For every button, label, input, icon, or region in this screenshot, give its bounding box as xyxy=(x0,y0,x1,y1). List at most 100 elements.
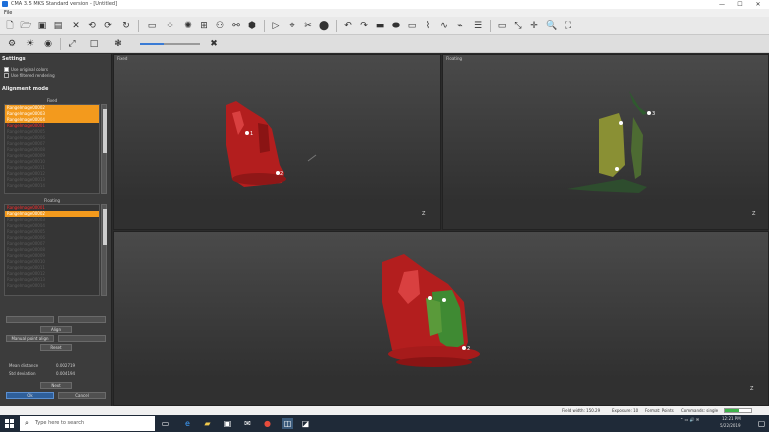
polygon-icon[interactable]: ▭ xyxy=(406,20,418,32)
tray-time[interactable]: 12:21 PM xyxy=(722,416,741,421)
app-window: CMA 3.5 MKS Standard version - [Untitled… xyxy=(0,0,769,432)
align-icon[interactable]: ⚯ xyxy=(230,20,242,32)
app-icon xyxy=(2,1,8,7)
open-folder-icon[interactable]: 🗁 xyxy=(20,20,32,32)
refresh-icon[interactable]: ↻ xyxy=(120,20,132,32)
step-forward-icon[interactable]: ↷ xyxy=(358,20,370,32)
rectangle-icon[interactable]: ▬ xyxy=(374,20,386,32)
tools-icon[interactable]: ✖ xyxy=(208,38,220,50)
original-colors-label: Use original colors xyxy=(11,67,48,72)
delete-icon[interactable]: ✕ xyxy=(70,20,82,32)
fit-view-icon[interactable]: ⛶ xyxy=(562,20,574,32)
taskbar-search-input[interactable]: ⌕ Type here to search xyxy=(20,416,155,431)
store-icon[interactable]: ▣ xyxy=(222,418,233,429)
center-icon[interactable]: ✛ xyxy=(528,20,540,32)
undo-icon[interactable]: ⟲ xyxy=(86,20,98,32)
merge-icon[interactable]: ⚇ xyxy=(214,20,226,32)
zoom-icon[interactable]: 🔍 xyxy=(546,20,558,32)
menu-bar: File xyxy=(0,9,769,17)
marker-3-label: 3 xyxy=(652,111,655,117)
mail-icon[interactable]: ✉ xyxy=(242,418,253,429)
align-button[interactable]: Align xyxy=(40,326,72,333)
fixed-viewport[interactable]: Fixed 1 2 Z xyxy=(113,54,441,230)
search-icon: ⌕ xyxy=(25,419,29,427)
menu-file[interactable]: File xyxy=(4,10,12,16)
file-explorer-icon[interactable]: ▰ xyxy=(202,418,213,429)
filtered-rendering-checkbox[interactable] xyxy=(4,73,9,78)
std-deviation-value: 0.004194 xyxy=(56,371,76,376)
floating-scan-render: 3 xyxy=(567,91,655,193)
next-button[interactable]: Next xyxy=(40,382,72,389)
notification-icon[interactable]: ▢ xyxy=(756,418,767,429)
cut-icon[interactable]: ✂ xyxy=(302,20,314,32)
scanner-icon[interactable]: ▭ xyxy=(146,20,158,32)
list-item[interactable]: RangeImage00014 xyxy=(5,283,99,289)
floating-scroll-thumb[interactable] xyxy=(103,209,107,245)
taskbar: ⌕ Type here to search ▭ e ▰ ▣ ✉ ● ◫ ◪ ⌃ … xyxy=(0,415,769,432)
lasso-icon[interactable]: ⌖ xyxy=(286,20,298,32)
tray-date[interactable]: 5/22/2019 xyxy=(720,423,741,428)
eraser-icon[interactable]: ⌁ xyxy=(454,20,466,32)
manual-align-button[interactable]: Manual point align xyxy=(6,335,54,342)
floating-list-scrollbar[interactable] xyxy=(101,204,107,296)
original-colors-checkbox[interactable] xyxy=(4,67,9,72)
layers-icon[interactable]: ☰ xyxy=(472,20,484,32)
redo-icon[interactable]: ⟳ xyxy=(102,20,114,32)
cma-app-icon[interactable]: ◫ xyxy=(282,418,293,429)
fixed-scroll-thumb[interactable] xyxy=(103,109,107,153)
save-as-icon[interactable]: ▤ xyxy=(52,20,64,32)
axis-gizmo: Z xyxy=(752,211,756,217)
light-icon[interactable]: ☀ xyxy=(24,38,36,50)
progress-fill xyxy=(725,409,740,412)
save-icon[interactable]: ▣ xyxy=(36,20,48,32)
result-viewport[interactable]: 2 Z xyxy=(113,231,769,406)
ok-button[interactable]: Ok xyxy=(6,392,54,399)
maximize-button[interactable]: ☐ xyxy=(733,0,747,9)
list-item[interactable]: RangeImage00014 xyxy=(5,183,99,189)
step-back-icon[interactable]: ↶ xyxy=(342,20,354,32)
fixed-list-scrollbar[interactable] xyxy=(101,104,107,194)
select-icon[interactable]: ▷ xyxy=(270,20,282,32)
mean-distance-value: 0.002719 xyxy=(56,363,76,368)
manual-align-secondary-button[interactable] xyxy=(58,335,106,342)
texture-icon[interactable]: ❃ xyxy=(112,38,124,50)
fill-icon[interactable]: ⬤ xyxy=(318,20,330,32)
cancel-button[interactable]: Cancel xyxy=(58,392,106,399)
points-icon[interactable]: ⁘ xyxy=(164,20,176,32)
axis-icon[interactable]: ⤢ xyxy=(66,38,78,50)
edge-icon[interactable]: e xyxy=(182,418,193,429)
filter-icon[interactable]: ⊞ xyxy=(198,20,210,32)
main-toolbar: 🗋 🗁 ▣ ▤ ✕ ⟲ ⟳ ↻ ▭ ⁘ ✺ ⊞ ⚇ ⚯ ⬢ ▷ ⌖ ✂ ⬤ ↶ … xyxy=(0,17,769,35)
status-bar: Field width: 150.29 Exposure: 10 Format:… xyxy=(0,406,769,415)
floating-list-header: Floating xyxy=(43,198,61,203)
view-toolbar: ⚙ ☀ ◉ ⤢ □ ❃ ✖ xyxy=(0,35,769,53)
fixed-list-header: Fixed xyxy=(46,98,58,103)
ellipse-icon[interactable]: ⬬ xyxy=(390,20,402,32)
transform-icon[interactable]: ⤡ xyxy=(512,20,524,32)
background-color-icon[interactable]: □ xyxy=(88,38,100,50)
floating-viewport[interactable]: Floating 3 Z xyxy=(442,54,769,230)
task-view-icon[interactable]: ▭ xyxy=(160,418,171,429)
fixed-list: RangeImage00002 RangeImage00003 RangeIma… xyxy=(4,104,100,194)
window-icon[interactable]: ▭ xyxy=(496,20,508,32)
camera-icon[interactable]: ◉ xyxy=(42,38,54,50)
floating-list: RangeImage00001 RangeImage00002 RangeIma… xyxy=(4,204,100,296)
app-red-icon[interactable]: ● xyxy=(262,418,273,429)
rotate-icon[interactable]: ✺ xyxy=(182,20,194,32)
marker-2-result-label: 2 xyxy=(467,346,470,352)
brush-icon[interactable]: ∿ xyxy=(438,20,450,32)
tray-icons[interactable]: ⌃ ▭ 🔊 ✉ xyxy=(680,417,699,422)
close-button[interactable]: ✕ xyxy=(751,0,765,9)
status-exposure: Exposure: 10 xyxy=(612,408,639,413)
reset-button[interactable]: Reset xyxy=(40,344,72,351)
mode-button[interactable] xyxy=(58,316,106,323)
freeform-icon[interactable]: ⌇ xyxy=(422,20,434,32)
windows-start-icon[interactable] xyxy=(5,419,14,428)
window-title: CMA 3.5 MKS Standard version - [Untitled… xyxy=(11,1,118,7)
settings-icon[interactable]: ⚙ xyxy=(6,38,18,50)
mesh-icon[interactable]: ⬢ xyxy=(246,20,258,32)
new-file-icon[interactable]: 🗋 xyxy=(4,20,16,32)
prev-button[interactable] xyxy=(6,316,54,323)
app-secondary-icon[interactable]: ◪ xyxy=(300,418,311,429)
minimize-button[interactable]: — xyxy=(715,0,729,9)
